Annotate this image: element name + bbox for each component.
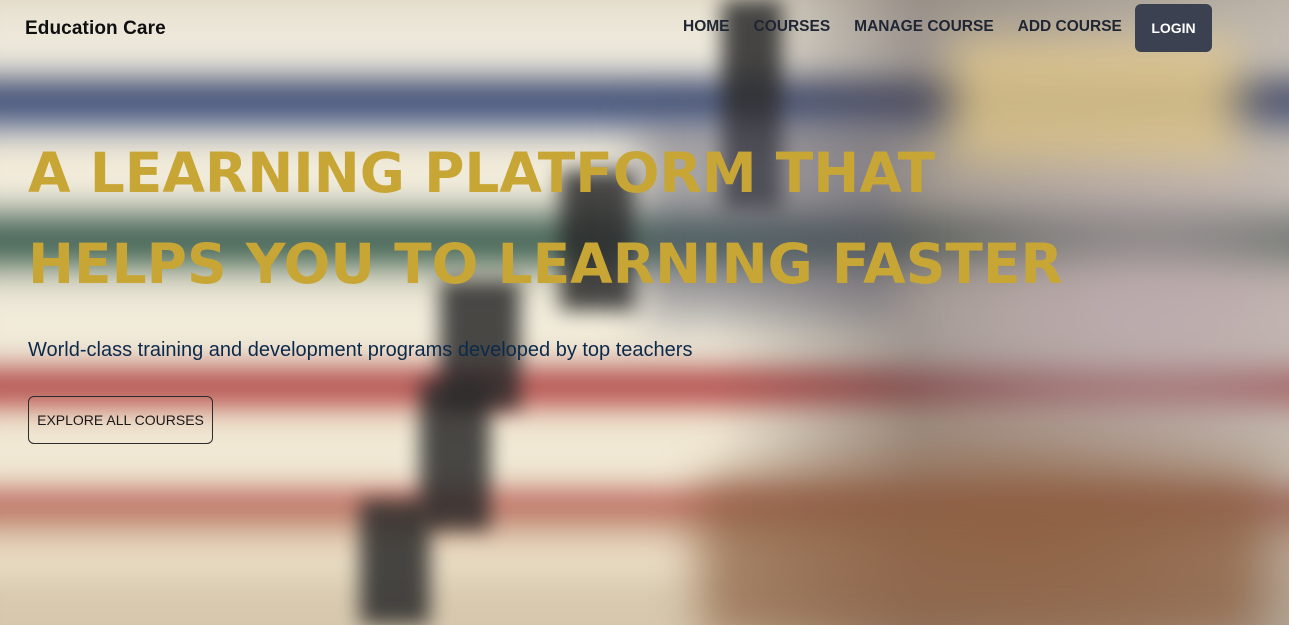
hero-title: A LEARNING PLATFORM THAT HELPS YOU TO LE… xyxy=(28,141,1063,296)
navbar: Education Care HOME COURSES MANAGE COURS… xyxy=(0,0,1289,58)
brand-logo[interactable]: Education Care xyxy=(25,18,166,40)
nav-add-course-link[interactable]: ADD COURSE xyxy=(1018,18,1122,36)
nav-home-link[interactable]: HOME xyxy=(683,18,730,36)
explore-all-courses-button[interactable]: EXPLORE ALL COURSES xyxy=(28,396,213,444)
login-button[interactable]: LOGIN xyxy=(1135,4,1212,52)
nav-manage-course-link[interactable]: MANAGE COURSE xyxy=(854,18,994,36)
hero-background-image xyxy=(0,0,1289,625)
nav-links: HOME COURSES MANAGE COURSE ADD COURSE xyxy=(683,18,1122,36)
nav-courses-link[interactable]: COURSES xyxy=(754,18,831,36)
hero-subtitle: World-class training and development pro… xyxy=(28,339,693,361)
